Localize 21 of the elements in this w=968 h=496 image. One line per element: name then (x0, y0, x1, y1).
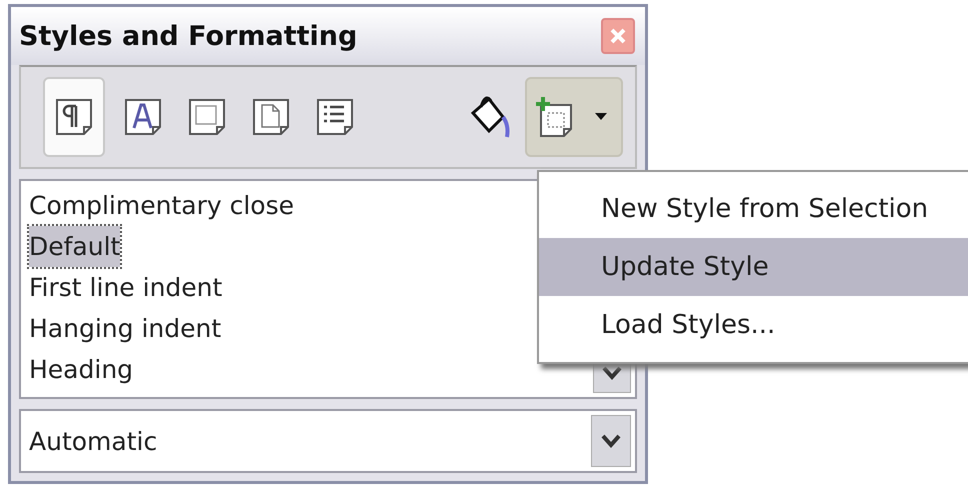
style-family-button[interactable] (43, 77, 105, 157)
chevron-down-icon (602, 366, 622, 380)
close-button[interactable] (601, 18, 635, 54)
filter-dropdown[interactable]: Automatic (19, 409, 637, 473)
chevron-down-icon (601, 434, 621, 448)
style-list-item[interactable]: Complimentary close (29, 185, 294, 226)
menu-item[interactable]: Load Styles... (539, 296, 968, 354)
frame-styles-icon (187, 97, 227, 137)
paragraph-styles-icon (54, 97, 94, 137)
style-list-item[interactable]: Heading (29, 349, 134, 390)
menu-item[interactable]: Update Style (539, 238, 968, 296)
character-styles-icon (123, 97, 163, 137)
window-title: Styles and Formatting (19, 20, 358, 52)
page-styles-icon (251, 97, 291, 137)
menu-item[interactable]: New Style from Selection (539, 180, 968, 238)
list-styles-icon (315, 97, 355, 137)
style-list-item[interactable]: Hanging indent (29, 308, 222, 349)
style-list-item[interactable]: Default (29, 226, 120, 267)
dropdown-arrow-icon (595, 113, 607, 121)
style-list-item[interactable]: First line indent (29, 267, 222, 308)
new-style-menu-button[interactable] (525, 77, 623, 157)
